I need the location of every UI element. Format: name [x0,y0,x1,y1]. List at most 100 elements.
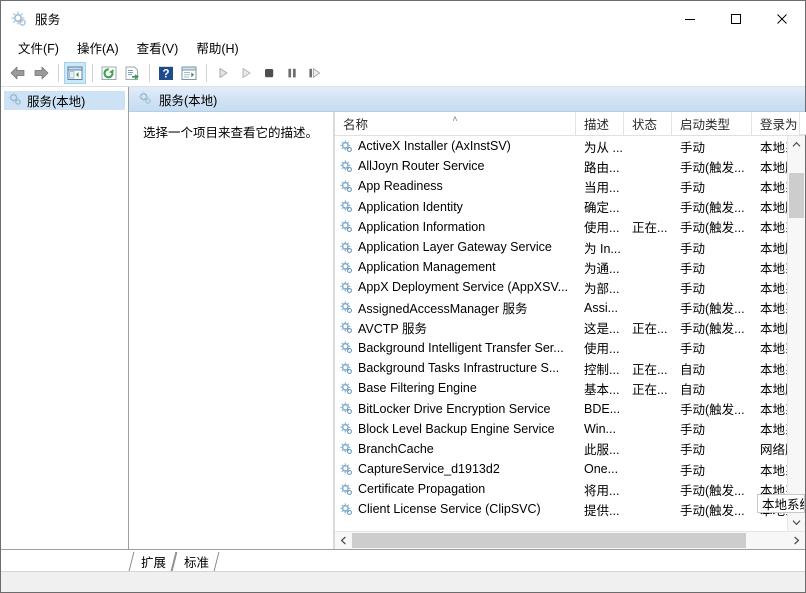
cell-description: 使用... [584,342,620,357]
service-row[interactable]: Application Management 为通... 手动 本地系 [335,257,787,277]
service-name-text: App Readiness [358,179,443,194]
maximize-button[interactable] [713,1,759,36]
column-header-label: 状态 [632,118,658,132]
clipped-logon-tooltip: 本地系统 [757,494,805,513]
service-row[interactable]: AssignedAccessManager 服务 Assi... 手动(触发... 本… [335,298,787,318]
list-rows-viewport[interactable]: ActiveX Installer (AxInstSV)为从 ...手动本地系A… [335,136,787,531]
cell-description: Win... [584,421,616,436]
service-gear-icon [340,361,353,375]
scroll-up-button[interactable] [788,136,805,153]
export-list-icon[interactable] [121,62,143,84]
pause-service-icon[interactable] [281,62,303,84]
window-title: 服务 [35,13,61,27]
cell-startup: 手动 [680,423,706,438]
service-row[interactable]: Client License Service (ClipSVC) 提供... 手动(… [335,499,787,519]
service-row[interactable]: Application Identity 确定... 手动(触发... 本地服 [335,197,787,217]
service-row[interactable]: Background Tasks Infrastructure S... 控制..… [335,358,787,378]
menu-view[interactable]: 查看(V) [128,35,188,61]
service-name-text: Application Identity [358,199,463,214]
start-service-icon[interactable] [212,62,234,84]
toolbar-separator [149,64,150,82]
service-row[interactable]: BranchCache 此服... 手动 网络服 [335,439,787,459]
resume-service-icon[interactable] [235,62,257,84]
cell-startup: 手动(触发... [680,160,745,175]
cell-name: Client License Service (ClipSVC) [335,502,576,516]
service-row[interactable]: Base Filtering Engine 基本... 正在... 自动 本地服 [335,378,787,398]
services-window: 服务 文件(F) 操作(A) 查看(V) 帮助(H) ? 服务(本地) 服务(本… [0,0,806,593]
cell-logon: 本地服 [760,160,787,175]
close-button[interactable] [759,1,805,36]
tab-extended[interactable]: 扩展 [131,552,174,571]
cell-name: Background Intelligent Transfer Ser... [335,341,576,355]
cell-startup: 手动 [680,180,706,195]
service-gear-icon [340,422,353,435]
cell-name: Certificate Propagation [335,482,576,496]
service-name-text: BitLocker Drive Encryption Service [358,401,551,416]
cell-name: Background Tasks Infrastructure S... [335,361,576,375]
service-row[interactable]: AllJoyn Router Service 路由... 手动(触发... 本地服 [335,156,787,176]
cell-logon: 本地系 [760,403,787,418]
service-row[interactable]: Block Level Backup Engine Service Win... 手… [335,419,787,439]
cell-name: Application Identity [335,200,576,214]
service-row[interactable]: Application Layer Gateway Service 为 In...… [335,237,787,257]
column-header-status[interactable]: 状态 [624,112,672,135]
service-row[interactable]: Application Information 使用... 正在... 手动(触发..… [335,217,787,237]
horizontal-scroll-thumb[interactable] [352,533,746,548]
column-header-name[interactable]: 名称 ˄ [335,112,576,135]
minimize-button[interactable] [667,1,713,36]
scroll-right-button[interactable] [788,532,805,549]
cell-description: 为通... [584,261,620,276]
service-row[interactable]: ActiveX Installer (AxInstSV) 为从 ... 手动 本地系 [335,136,787,156]
service-row[interactable]: AVCTP 服务 这是... 正在... 手动(触发... 本地服 [335,318,787,338]
cell-logon: 本地服 [760,322,787,337]
toolbar-separator [58,64,59,82]
list-body: ActiveX Installer (AxInstSV)为从 ...手动本地系A… [335,136,805,531]
tree-item-services-local[interactable]: 服务(本地) [4,91,125,110]
vertical-scroll-thumb[interactable] [789,173,804,218]
show-hide-tree-icon[interactable] [64,62,86,84]
menu-file[interactable]: 文件(F) [9,35,68,61]
tab-standard[interactable]: 标准 [174,552,217,571]
column-header-label: 名称 [343,118,369,132]
scroll-left-button[interactable] [335,532,352,549]
cell-name: AllJoyn Router Service [335,159,576,173]
vertical-scrollbar[interactable] [787,136,805,531]
stop-service-icon[interactable] [258,62,280,84]
back-arrow-icon[interactable] [7,62,29,84]
service-row[interactable]: BitLocker Drive Encryption Service BDE...… [335,398,787,418]
service-row[interactable]: AppX Deployment Service (AppXSV... 为部... 手… [335,277,787,297]
help-icon[interactable]: ? [155,62,177,84]
vertical-scroll-track[interactable] [788,153,805,514]
menu-help[interactable]: 帮助(H) [187,35,247,61]
scroll-down-button[interactable] [788,514,805,531]
properties-icon[interactable] [178,62,200,84]
service-row[interactable]: CaptureService_d1913d2 One... 手动 本地系 [335,459,787,479]
cell-startup: 手动 [680,342,706,357]
cell-description: One... [584,462,619,477]
forward-arrow-icon[interactable] [30,62,52,84]
cell-description: 使用... [584,221,620,236]
service-row[interactable]: Certificate Propagation将用...手动(触发...本地系 [335,479,787,499]
column-header-startup[interactable]: 启动类型 [672,112,752,135]
cell-startup: 手动(触发... [680,503,745,518]
refresh-icon[interactable] [98,62,120,84]
service-row[interactable]: App Readiness 当用... 手动 本地系 [335,176,787,196]
service-gear-icon [340,281,353,294]
service-gear-icon [340,220,353,233]
restart-service-icon[interactable] [304,62,326,84]
cell-startup: 手动 [680,281,706,296]
horizontal-scroll-track[interactable] [352,532,788,549]
cell-logon: 本地系 [760,302,787,317]
cell-description: 控制... [584,362,620,377]
horizontal-scrollbar[interactable] [335,531,805,549]
column-header-logon[interactable]: 登录为 [752,112,800,135]
service-gear-icon [340,442,353,455]
cell-name: Block Level Backup Engine Service [335,422,576,436]
service-gear-icon [340,382,353,395]
column-header-description[interactable]: 描述 [576,112,624,135]
service-name-text: CaptureService_d1913d2 [358,462,500,477]
service-row[interactable]: Background Intelligent Transfer Ser... 使用… [335,338,787,358]
service-name-text: Application Information [358,219,486,234]
menu-action[interactable]: 操作(A) [68,35,128,61]
cell-name: ActiveX Installer (AxInstSV) [335,139,576,153]
